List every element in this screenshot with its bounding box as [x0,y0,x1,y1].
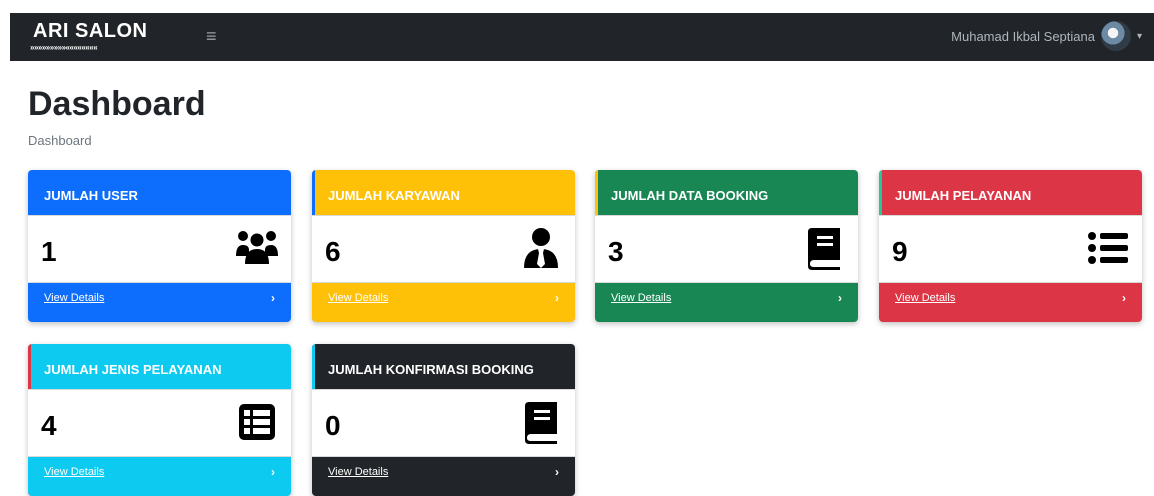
card-title: JUMLAH JENIS PELAYANAN [28,344,291,389]
table-list-icon [239,404,275,440]
chevron-right-icon[interactable]: › [1122,291,1126,305]
book-icon [525,402,557,444]
chevron-right-icon[interactable]: › [838,291,842,305]
card-title: JUMLAH USER [28,170,291,215]
brand-ornament: »»»»»»»»»«««««««« [30,43,98,52]
card-jumlah-data-booking: JUMLAH DATA BOOKING 3 View Details › [595,170,858,322]
chevron-right-icon[interactable]: › [271,291,275,305]
card-value: 1 [41,236,57,267]
card-title: JUMLAH DATA BOOKING [595,170,858,215]
card-value: 0 [325,410,341,441]
card-footer: View Details › [879,283,1142,322]
card-jumlah-user: JUMLAH USER 1 View Details › [28,170,291,322]
card-title: JUMLAH PELAYANAN [879,170,1142,215]
chevron-right-icon[interactable]: › [555,465,559,479]
view-details-link[interactable]: View Details [611,292,671,304]
card-body: 4 [28,389,291,457]
brand-title: ARI SALON [33,20,148,42]
card-jumlah-pelayanan: JUMLAH PELAYANAN 9 View Details › [879,170,1142,322]
list-icon [1088,232,1128,264]
card-body: 6 [312,215,575,283]
card-jumlah-karyawan: JUMLAH KARYAWAN 6 View Details › [312,170,575,322]
chevron-down-icon[interactable]: ▾ [1137,31,1142,42]
view-details-link[interactable]: View Details [328,292,388,304]
card-footer: View Details › [28,283,291,322]
card-footer: View Details › [312,283,575,322]
chevron-right-icon[interactable]: › [555,291,559,305]
view-details-link[interactable]: View Details [44,466,104,478]
menu-toggle-icon[interactable]: ≡ [206,26,217,47]
card-jumlah-jenis-pelayanan: JUMLAH JENIS PELAYANAN 4 View Details › [28,344,291,496]
chevron-right-icon[interactable]: › [271,465,275,479]
user-tie-icon [524,228,558,268]
brand-logo[interactable]: ARI SALON »»»»»»»»»«««««««« [10,13,180,61]
view-details-link[interactable]: View Details [44,292,104,304]
card-footer: View Details › [595,283,858,322]
avatar[interactable] [1100,21,1131,51]
top-bar: ARI SALON »»»»»»»»»«««««««« ≡ Muhamad Ik… [0,0,1154,62]
card-value: 9 [892,236,908,267]
card-body: 0 [312,389,575,457]
page-title: Dashboard [28,85,206,123]
card-body: 1 [28,215,291,283]
users-icon [236,231,278,264]
card-footer: View Details › [28,457,291,496]
breadcrumb: Dashboard [28,133,92,148]
navbar: ARI SALON »»»»»»»»»«««««««« ≡ Muhamad Ik… [10,13,1154,61]
card-title: JUMLAH KONFIRMASI BOOKING [312,344,575,389]
card-body: 9 [879,215,1142,283]
view-details-link[interactable]: View Details [328,466,388,478]
card-title: JUMLAH KARYAWAN [312,170,575,215]
book-icon [808,228,840,270]
card-value: 4 [41,410,57,441]
user-menu[interactable]: Muhamad Ikbal Septiana ▾ [951,21,1142,51]
card-footer: View Details › [312,457,575,496]
card-body: 3 [595,215,858,283]
view-details-link[interactable]: View Details [895,292,955,304]
card-value: 6 [325,236,341,267]
card-value: 3 [608,236,624,267]
card-jumlah-konfirmasi-booking: JUMLAH KONFIRMASI BOOKING 0 View Details… [312,344,575,496]
user-name: Muhamad Ikbal Septiana [951,28,1095,44]
